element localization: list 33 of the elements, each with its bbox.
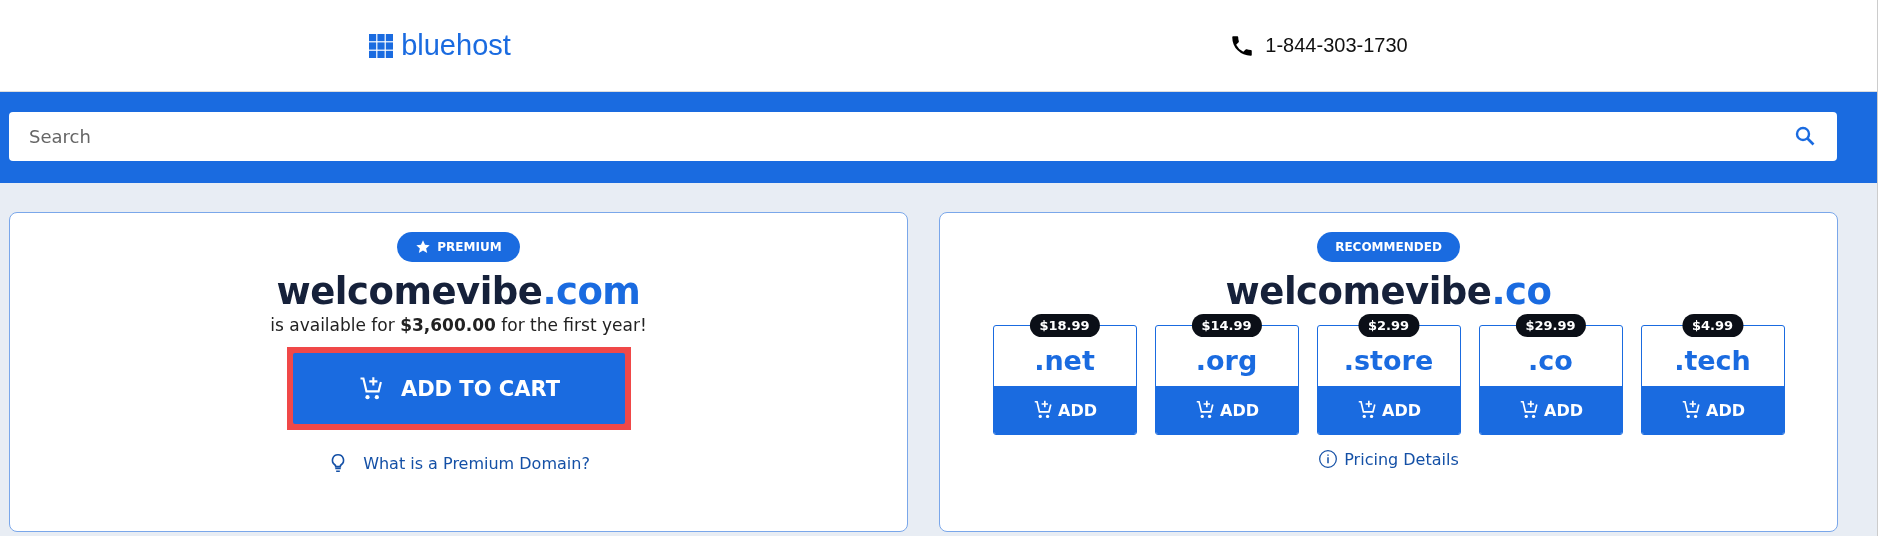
add-to-cart-button[interactable]: ADD TO CART	[292, 353, 625, 424]
cart-icon	[1032, 399, 1054, 421]
extension-label: .net	[1033, 343, 1096, 378]
cart-icon	[1356, 399, 1378, 421]
phone-number[interactable]: 1-844-303-1730	[1265, 34, 1408, 57]
extension-label: .co	[1527, 343, 1574, 378]
domain-name: welcomevibe.com	[276, 270, 641, 313]
price-tag: $4.99	[1681, 314, 1744, 337]
add-button[interactable]: ADD	[993, 386, 1136, 434]
cart-icon	[1194, 399, 1216, 421]
domain-name: welcomevibe.co	[1225, 270, 1552, 313]
star-icon	[415, 239, 432, 255]
extension-label: .org	[1194, 343, 1259, 378]
info-icon	[1318, 449, 1339, 469]
badge-label: PREMIUM	[437, 240, 502, 254]
cart-icon	[1680, 399, 1702, 421]
price-tag: $2.99	[1357, 314, 1420, 337]
recommended-badge: RECOMMENDED	[1317, 232, 1460, 262]
price-tag: $14.99	[1191, 314, 1262, 337]
search-icon	[1793, 124, 1817, 148]
add-button[interactable]: ADD	[1641, 386, 1784, 434]
search-field[interactable]: Search	[9, 112, 1837, 161]
add-button[interactable]: ADD	[1479, 386, 1622, 434]
add-button[interactable]: ADD	[1155, 386, 1298, 434]
price-tag: $18.99	[1029, 314, 1100, 337]
cart-icon	[1518, 399, 1540, 421]
pricing-details-link[interactable]: Pricing Details	[1344, 449, 1459, 469]
grid-icon	[369, 33, 394, 58]
add-button[interactable]: ADD	[1317, 386, 1460, 434]
price-tag: $29.99	[1515, 314, 1586, 337]
logo[interactable]: bluehost	[401, 29, 511, 62]
premium-link[interactable]: What is a Premium Domain?	[363, 453, 590, 473]
availability-text: is available for $3,600.00 for the first year!	[270, 315, 647, 335]
